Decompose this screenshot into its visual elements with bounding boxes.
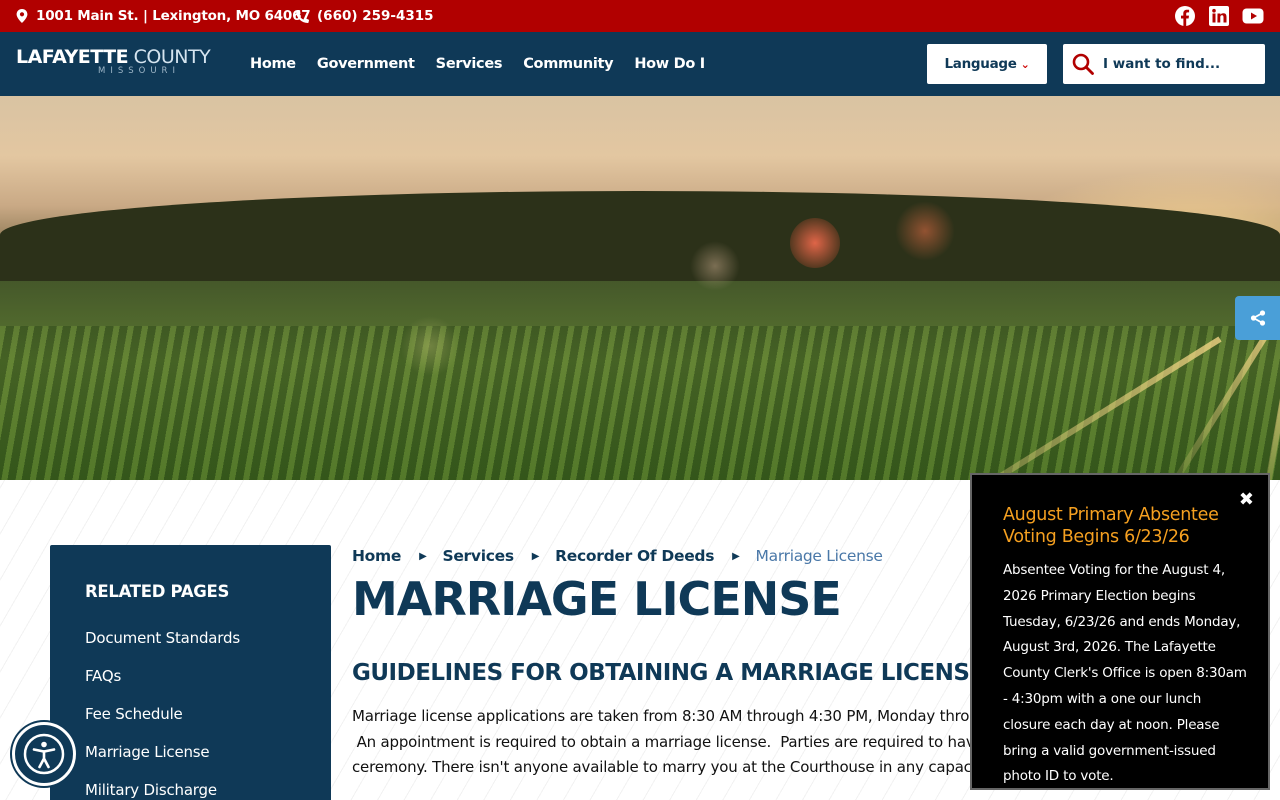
language-dropdown[interactable]: Language ⌄: [927, 44, 1047, 84]
sidebar-list: Document Standards FAQs Fee Schedule Mar…: [85, 629, 240, 800]
breadcrumb-services[interactable]: Services: [442, 547, 514, 565]
nav-government[interactable]: Government: [317, 56, 415, 72]
logo-subtitle: MISSOURI: [98, 66, 180, 76]
top-contact-bar: 1001 Main St. | Lexington, MO 64067 (660…: [0, 0, 1280, 32]
body-paragraph: Marriage license applications are taken …: [352, 704, 992, 781]
caret-right-icon: ▶: [732, 550, 740, 562]
address-text: 1001 Main St. | Lexington, MO 64067: [36, 8, 311, 24]
logo-bold: LAFAYETTE: [16, 46, 129, 68]
nav-community[interactable]: Community: [523, 56, 613, 72]
related-pages-sidebar: RELATED PAGES Document Standards FAQs Fe…: [50, 545, 331, 800]
address-link[interactable]: 1001 Main St. | Lexington, MO 64067: [16, 0, 311, 32]
page-title: MARRIAGE LICENSE: [352, 572, 842, 626]
language-label: Language: [944, 56, 1017, 72]
nav-services[interactable]: Services: [436, 56, 503, 72]
sidebar-title: RELATED PAGES: [85, 582, 230, 601]
share-button[interactable]: [1235, 296, 1280, 340]
breadcrumb: Home ▶ Services ▶ Recorder Of Deeds ▶ Ma…: [352, 547, 883, 565]
search-box: [1063, 44, 1265, 84]
accessibility-button[interactable]: [12, 722, 76, 786]
section-heading: GUIDELINES FOR OBTAINING A MARRIAGE LICE…: [352, 660, 985, 686]
body-line: An appointment is required to obtain a m…: [352, 732, 975, 751]
body-line: ceremony. There isn't anyone available t…: [352, 758, 972, 776]
hero-lens-flare: [400, 316, 460, 376]
site-logo[interactable]: LAFAYETTE COUNTY MISSOURI: [16, 46, 230, 86]
linkedin-icon[interactable]: [1208, 5, 1230, 27]
hero-lens-flare: [790, 218, 840, 268]
body-line: Marriage license applications are taken …: [352, 707, 970, 725]
alert-body: Absentee Voting for the August 4, 2026 P…: [1003, 562, 1247, 785]
caret-right-icon: ▶: [419, 550, 427, 562]
hero-crop-rows: [0, 326, 1280, 480]
facebook-icon[interactable]: [1174, 5, 1196, 27]
sidebar-item-faqs[interactable]: FAQs: [85, 667, 240, 705]
nav-home[interactable]: Home: [250, 56, 296, 72]
sidebar-item-military-discharge[interactable]: Military Discharge: [85, 781, 240, 800]
logo-wordmark: LAFAYETTE COUNTY: [16, 46, 230, 68]
breadcrumb-home[interactable]: Home: [352, 547, 401, 565]
alert-popup: ✖ August Primary Absentee Voting Begins …: [970, 473, 1270, 790]
sidebar-item-fee-schedule[interactable]: Fee Schedule: [85, 705, 240, 743]
map-pin-icon: [16, 9, 28, 23]
hero-lens-flare: [690, 241, 740, 291]
chevron-down-icon: ⌄: [1020, 57, 1030, 71]
logo-thin: COUNTY: [128, 46, 211, 68]
phone-link[interactable]: (660) 259-4315: [296, 0, 434, 32]
breadcrumb-recorder-of-deeds[interactable]: Recorder Of Deeds: [555, 547, 714, 565]
main-navbar: LAFAYETTE COUNTY MISSOURI Home Governmen…: [0, 32, 1280, 96]
breadcrumb-current: Marriage License: [755, 547, 883, 565]
share-icon: [1250, 310, 1265, 326]
search-input[interactable]: [1103, 56, 1253, 72]
hero-lens-flare: [895, 201, 955, 261]
social-links: [1174, 5, 1264, 27]
sidebar-item-marriage-license[interactable]: Marriage License: [85, 743, 240, 781]
caret-right-icon: ▶: [531, 550, 540, 562]
youtube-icon[interactable]: [1242, 5, 1264, 27]
phone-icon: [296, 9, 309, 23]
phone-text: (660) 259-4315: [317, 8, 434, 24]
alert-title: August Primary Absentee Voting Begins 6/…: [1003, 505, 1219, 547]
accessibility-icon: [23, 733, 65, 775]
hero-image: [0, 96, 1280, 480]
main-menu: Home Government Services Community How D…: [250, 32, 726, 96]
nav-how-do-i[interactable]: How Do I: [634, 56, 705, 72]
sidebar-item-document-standards[interactable]: Document Standards: [85, 629, 240, 667]
search-icon[interactable]: [1071, 52, 1095, 76]
